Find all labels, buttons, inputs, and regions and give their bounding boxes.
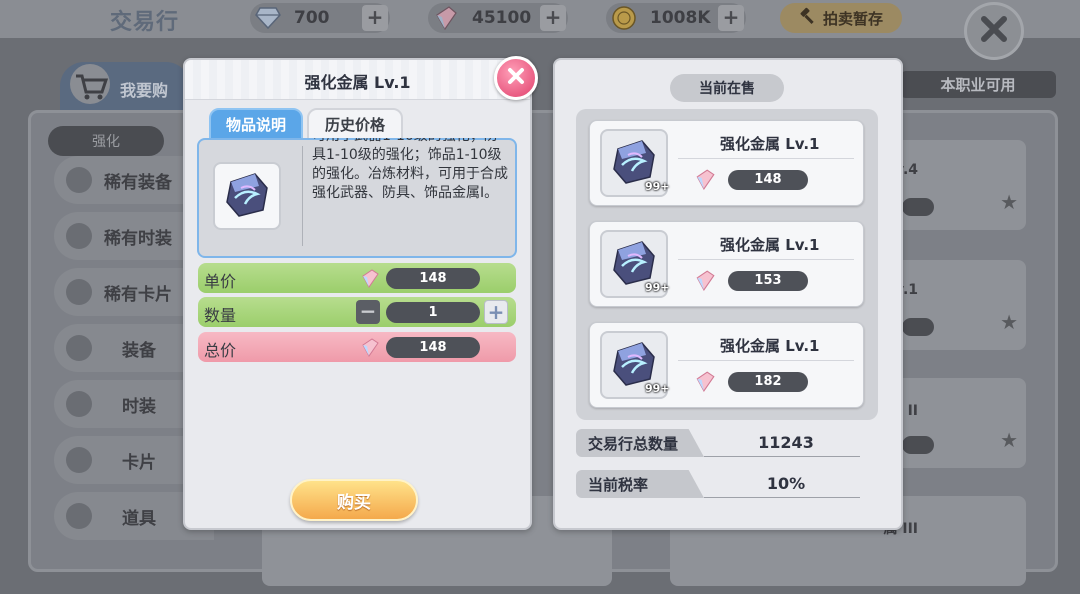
diamond-icon — [254, 4, 282, 32]
top-bar: 交易行 700 + 45100 + 1008K + 拍卖暂存 — [0, 0, 1080, 38]
sidebar-item-label: 装备 — [122, 340, 156, 361]
gold-coin-icon — [610, 4, 638, 32]
total-price-row: 总价 148 — [198, 332, 516, 362]
listing-price: 148 — [728, 170, 808, 190]
unit-price-label: 单价 — [204, 272, 237, 291]
total-count-value: 11243 — [758, 433, 814, 452]
hat-icon — [66, 391, 92, 417]
sidebar-item-label: 稀有装备 — [104, 172, 172, 193]
hammer-icon — [799, 7, 817, 29]
pink-gem-icon — [694, 168, 716, 194]
buy-button[interactable]: 购买 — [290, 479, 418, 521]
listing-item-name: 强化金属 Lv.1 — [720, 135, 820, 153]
divider — [704, 456, 860, 457]
listing-item[interactable]: 99+ 强化金属 Lv.1 148 — [589, 120, 864, 206]
stack-count-badge: 99+ — [645, 180, 670, 193]
total-price-value: 148 — [386, 337, 480, 358]
diamond-value: 700 — [294, 8, 330, 28]
unit-price-row: 单价 148 — [198, 263, 516, 293]
divider — [678, 360, 854, 361]
listing-item-name: 强化金属 Lv.1 — [720, 236, 820, 254]
tab-price-history[interactable]: 历史价格 — [307, 108, 403, 140]
pink-gem-icon — [360, 268, 380, 292]
item-description: 可用于武器1-10级的强化；防具1-10级的强化；饰品1-10级的强化。冶炼材料… — [312, 138, 508, 256]
star-icon[interactable]: ★ — [1000, 310, 1018, 334]
on-sale-header: 当前在售 — [670, 74, 784, 102]
shirt-icon — [66, 335, 92, 361]
pink-gem-icon — [360, 337, 380, 361]
star-icon[interactable]: ★ — [1000, 428, 1018, 452]
pink-gem-icon — [694, 370, 716, 396]
job-filter-toggle[interactable]: 本职业可用 — [900, 71, 1056, 98]
price-pill — [902, 436, 934, 454]
auction-storage-label: 拍卖暂存 — [822, 9, 883, 28]
add-zeny-button[interactable]: + — [718, 5, 744, 31]
category-filter[interactable]: 强化 — [48, 126, 164, 156]
divider — [678, 158, 854, 159]
decrease-quantity-button[interactable]: − — [356, 300, 380, 324]
gem-currency: 45100 + — [428, 3, 568, 33]
total-count-label: 交易行总数量 — [576, 429, 704, 457]
quantity-value[interactable]: 1 — [386, 302, 480, 323]
metal-ore-icon — [221, 168, 273, 224]
sidebar-item-label: 时装 — [122, 396, 156, 417]
increase-quantity-button[interactable]: + — [484, 300, 508, 324]
divider — [678, 259, 854, 260]
description-divider — [302, 146, 303, 246]
tax-rate-value: 10% — [766, 474, 806, 493]
stack-count-badge: 99+ — [645, 281, 670, 294]
add-diamond-button[interactable]: + — [362, 5, 388, 31]
stack-count-badge: 99+ — [645, 382, 670, 395]
add-gem-button[interactable]: + — [540, 5, 566, 31]
listing-item-name: 强化金属 Lv.1 — [720, 337, 820, 355]
close-icon — [980, 15, 1008, 47]
tax-rate-label: 当前税率 — [576, 470, 704, 498]
card-icon — [66, 279, 92, 305]
pink-gem-icon — [432, 4, 460, 32]
close-trade-button[interactable] — [964, 2, 1024, 60]
listing-item[interactable]: 99+ 强化金属 Lv.1 182 — [589, 322, 864, 408]
pink-gem-icon — [694, 269, 716, 295]
close-icon — [506, 66, 526, 90]
close-dialog-button[interactable] — [494, 56, 538, 100]
quantity-row: 数量 − 1 + — [198, 297, 516, 327]
price-pill — [902, 198, 934, 216]
sidebar-item-label: 稀有卡片 — [104, 284, 172, 305]
tab-item-description[interactable]: 物品说明 — [209, 108, 303, 140]
diamond-currency: 700 + — [250, 3, 390, 33]
auction-storage-button[interactable]: 拍卖暂存 — [780, 3, 902, 33]
listing-price: 182 — [728, 372, 808, 392]
background-screen: 交易行 700 + 45100 + 1008K + 拍卖暂存 我要购 本职业可用… — [0, 0, 1080, 594]
shirt-icon — [66, 167, 92, 193]
potion-icon — [66, 503, 92, 529]
item-slot — [213, 162, 281, 230]
item-description-text: 可用于武器1-10级的强化；防具1-10级的强化；饰品1-10级的强化。冶炼材料… — [312, 138, 508, 201]
gem-value: 45100 — [472, 8, 532, 28]
cart-icon — [68, 64, 112, 110]
buy-tab-label: 我要购 — [120, 81, 169, 100]
tax-rate-stat: 当前税率 10% — [576, 470, 860, 498]
sidebar-item-label: 道具 — [122, 508, 156, 529]
sidebar-item-label: 卡片 — [122, 452, 156, 473]
total-count-stat: 交易行总数量 11243 — [576, 429, 860, 457]
quantity-label: 数量 — [204, 306, 237, 325]
buy-tab[interactable]: 我要购 — [60, 62, 190, 110]
zeny-value: 1008K — [650, 8, 711, 28]
page-title: 交易行 — [110, 10, 180, 35]
divider — [704, 497, 860, 498]
total-price-label: 总价 — [204, 341, 237, 360]
unit-price-value: 148 — [386, 268, 480, 289]
listing-item[interactable]: 99+ 强化金属 Lv.1 153 — [589, 221, 864, 307]
hat-icon — [66, 223, 92, 249]
zeny-currency: 1008K + — [606, 3, 746, 33]
sidebar-item-label: 稀有时装 — [104, 228, 172, 249]
price-pill — [902, 318, 934, 336]
dialog-title: 强化金属 Lv.1 — [304, 73, 411, 92]
listing-price: 153 — [728, 271, 808, 291]
card-icon — [66, 447, 92, 473]
star-icon[interactable]: ★ — [1000, 190, 1018, 214]
